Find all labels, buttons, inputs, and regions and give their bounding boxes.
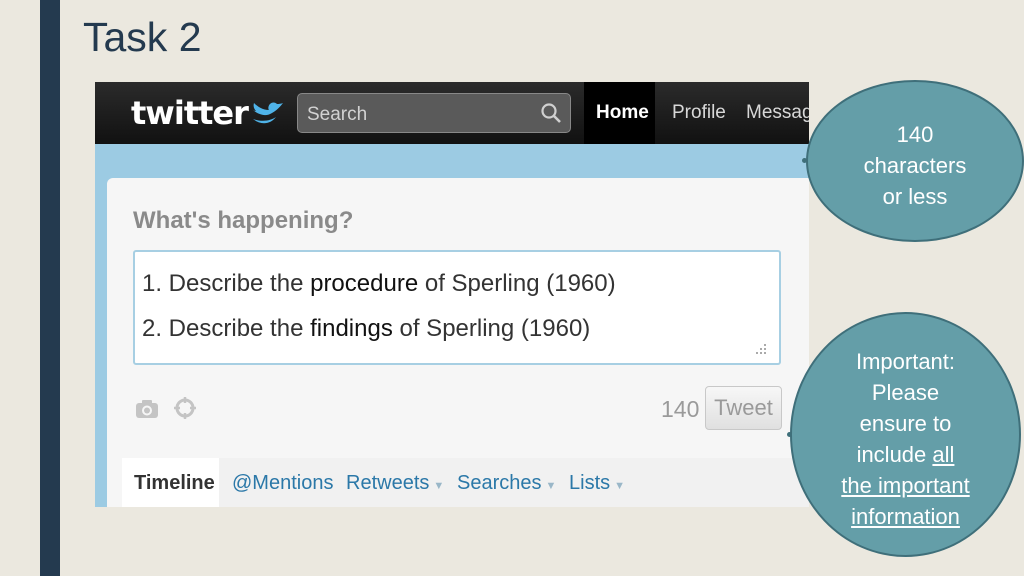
nav-home-label: Home bbox=[596, 102, 649, 123]
nav-profile[interactable]: Profile bbox=[672, 102, 726, 124]
search-placeholder: Search bbox=[307, 104, 368, 125]
tab-lists-label: Lists bbox=[569, 472, 611, 494]
timeline-tabs: Timeline @Mentions Retweets ▼ Searches ▼ L… bbox=[122, 458, 809, 507]
line1-suffix: of Sperling (1960) bbox=[418, 270, 616, 297]
line1-keyword: procedure bbox=[310, 270, 419, 297]
left-accent-bar bbox=[40, 0, 60, 576]
chevron-down-icon: ▼ bbox=[545, 480, 557, 492]
bubble2-line4-pre: include bbox=[856, 442, 933, 467]
line2-keyword: findings bbox=[310, 315, 393, 342]
line2-prefix: 2. Describe the bbox=[142, 315, 311, 342]
bubble2-line5: the important bbox=[841, 473, 970, 498]
slide-title: Task 2 bbox=[83, 14, 202, 60]
character-counter: 140 bbox=[661, 396, 700, 422]
search-input[interactable]: Search bbox=[297, 93, 571, 133]
tweet-button[interactable]: Tweet bbox=[705, 386, 782, 430]
tweet-textbox[interactable]: 1. Describe the procedure of Sperling (1… bbox=[133, 250, 781, 365]
line1-prefix: 1. Describe the bbox=[142, 270, 311, 297]
bubble2-line3: ensure to bbox=[859, 411, 952, 436]
chevron-down-icon: ▼ bbox=[614, 480, 626, 492]
characters-bubble: 140 characters or less bbox=[806, 80, 1024, 242]
tab-timeline-label: Timeline bbox=[134, 472, 215, 494]
tab-retweets[interactable]: Retweets ▼ bbox=[346, 472, 444, 495]
bubble2-line1: Important: bbox=[855, 349, 956, 374]
bubble2-line2: Please bbox=[871, 380, 940, 405]
tab-searches[interactable]: Searches ▼ bbox=[457, 472, 556, 495]
camera-icon[interactable] bbox=[135, 398, 159, 420]
search-icon bbox=[541, 103, 561, 123]
nav-messages[interactable]: Message bbox=[746, 102, 809, 124]
location-icon[interactable] bbox=[173, 396, 197, 420]
tab-retweets-label: Retweets bbox=[346, 472, 430, 494]
task-line-2: 2. Describe the findings of Sperling (19… bbox=[142, 315, 590, 343]
task-line-1: 1. Describe the procedure of Sperling (1… bbox=[142, 270, 616, 298]
bubble2-line4-underlined: all bbox=[932, 442, 955, 467]
bubble1-line3: or less bbox=[882, 184, 948, 209]
tweet-panel: What's happening? 1. Describe the proced… bbox=[107, 178, 809, 507]
whats-happening-heading: What's happening? bbox=[133, 207, 354, 234]
logo-text: twitter bbox=[131, 94, 249, 132]
twitter-logo[interactable]: twitter bbox=[131, 94, 284, 132]
tweet-tools bbox=[135, 396, 197, 425]
tab-searches-label: Searches bbox=[457, 472, 542, 494]
twitter-screenshot: twitter Search Home Profile Message What… bbox=[95, 82, 809, 507]
tab-timeline[interactable]: Timeline bbox=[122, 458, 219, 507]
resize-grip-icon[interactable] bbox=[755, 343, 767, 355]
chevron-down-icon: ▼ bbox=[433, 480, 445, 492]
tab-mentions[interactable]: @Mentions bbox=[232, 472, 333, 495]
bubble1-line1: 140 bbox=[896, 122, 934, 147]
line2-suffix: of Sperling (1960) bbox=[392, 315, 591, 342]
nav-home[interactable]: Home bbox=[584, 82, 655, 144]
bubble2-line6: information bbox=[851, 504, 960, 529]
bird-icon bbox=[251, 102, 283, 124]
bubble1-line2: characters bbox=[863, 153, 967, 178]
important-bubble: Important: Please ensure to include all … bbox=[790, 312, 1021, 557]
twitter-topbar: twitter Search Home Profile Message bbox=[95, 82, 809, 144]
tab-lists[interactable]: Lists ▼ bbox=[569, 472, 625, 495]
bubble2-line4: include all bbox=[792, 439, 1019, 470]
